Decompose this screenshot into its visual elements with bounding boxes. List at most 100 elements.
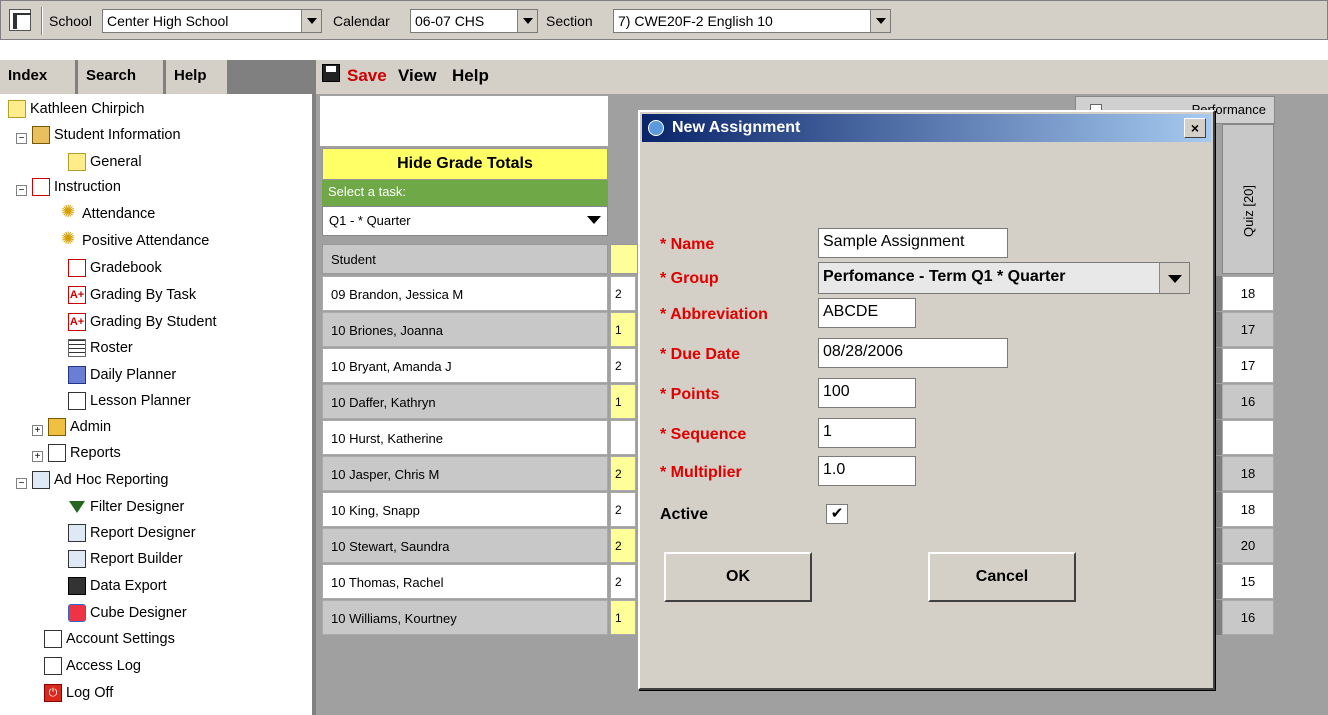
tab-help[interactable]: Help	[166, 60, 228, 94]
student-column-header[interactable]: Student	[322, 244, 608, 274]
tab-search[interactable]: Search	[78, 60, 164, 94]
student-row-score[interactable]: 1	[610, 312, 636, 347]
menu-help[interactable]: Help	[452, 66, 489, 86]
tree-roster[interactable]: Roster	[68, 339, 133, 363]
chevron-down-icon[interactable]	[587, 216, 601, 224]
quiz-grade-cell[interactable]: 16	[1222, 384, 1274, 419]
quiz-column-header[interactable]: Quiz [20]	[1222, 124, 1274, 274]
group-select[interactable]: Perfomance - Term Q1 * Quarter	[818, 262, 1190, 294]
chevron-down-icon[interactable]	[870, 10, 890, 32]
tree-gradebook[interactable]: Gradebook	[68, 259, 162, 283]
student-row-score[interactable]	[610, 420, 636, 455]
student-row-score[interactable]: 1	[610, 384, 636, 419]
chevron-down-icon[interactable]	[301, 10, 321, 32]
expand-icon[interactable]: +	[32, 425, 43, 436]
due-date-input[interactable]: 08/28/2006	[818, 338, 1008, 368]
active-checkbox[interactable]: ✔	[826, 504, 848, 524]
navigation-tree: Kathleen Chirpich − Student Information …	[0, 94, 316, 715]
quiz-grade-cell[interactable]: 18	[1222, 276, 1274, 311]
app-menu-icon[interactable]	[9, 9, 31, 31]
tree-data-export[interactable]: Data Export	[68, 577, 167, 601]
student-row-name[interactable]: 10 Stewart, Saundra	[322, 528, 608, 563]
student-row-score[interactable]: 2	[610, 348, 636, 383]
tab-index[interactable]: Index	[0, 60, 76, 94]
tree-ad-hoc-reporting[interactable]: Ad Hoc Reporting	[32, 471, 168, 495]
expand-icon[interactable]: +	[32, 451, 43, 462]
abbreviation-input[interactable]: ABCDE	[818, 298, 916, 328]
ok-button[interactable]: OK	[664, 552, 812, 602]
collapse-icon[interactable]: −	[16, 185, 27, 196]
section-select[interactable]: 7) CWE20F-2 English 10	[613, 9, 891, 33]
student-row-name[interactable]: 10 Williams, Kourtney	[322, 600, 608, 635]
multiplier-input[interactable]: 1.0	[818, 456, 916, 486]
save-icon[interactable]	[322, 64, 340, 82]
student-row-name[interactable]: 10 King, Snapp	[322, 492, 608, 527]
collapse-icon[interactable]: −	[16, 133, 27, 144]
tree-general[interactable]: General	[68, 153, 142, 177]
sequence-input[interactable]: 1	[818, 418, 916, 448]
tree-student-information[interactable]: Student Information	[32, 126, 181, 150]
header-blank	[320, 96, 608, 146]
student-row-score[interactable]: 2	[610, 276, 636, 311]
name-input[interactable]: Sample Assignment	[818, 228, 1008, 258]
student-row-score[interactable]: 2	[610, 564, 636, 599]
section-label: Section	[546, 13, 593, 29]
tree-log-off[interactable]: ⏻ Log Off	[44, 684, 113, 708]
tree-account-settings[interactable]: Account Settings	[44, 630, 175, 654]
tree-reports[interactable]: Reports	[48, 444, 121, 468]
school-select[interactable]: Center High School	[102, 9, 322, 33]
student-row-name[interactable]: 10 Thomas, Rachel	[322, 564, 608, 599]
tree-admin[interactable]: Admin	[48, 418, 111, 442]
quiz-grade-cell[interactable]: 17	[1222, 312, 1274, 347]
student-row-score[interactable]: 2	[610, 528, 636, 563]
tree-access-log[interactable]: Access Log	[44, 657, 141, 681]
floppy-icon	[68, 577, 86, 595]
tree-filter-designer[interactable]: Filter Designer	[68, 498, 184, 522]
cancel-button[interactable]: Cancel	[928, 552, 1076, 602]
close-button[interactable]: ×	[1184, 118, 1206, 138]
tree-user[interactable]: Kathleen Chirpich	[8, 100, 144, 124]
chevron-down-icon[interactable]	[517, 10, 537, 32]
student-row-name[interactable]: 10 Bryant, Amanda J	[322, 348, 608, 383]
calendar-select[interactable]: 06-07 CHS	[410, 9, 538, 33]
tree-cube-designer[interactable]: Cube Designer	[68, 604, 187, 628]
student-row-name[interactable]: 10 Daffer, Kathryn	[322, 384, 608, 419]
task-select[interactable]: Q1 - * Quarter	[322, 206, 608, 236]
tree-attendance[interactable]: Attendance	[60, 202, 155, 229]
menu-save[interactable]: Save	[347, 66, 387, 86]
quiz-grade-cell[interactable]: 18	[1222, 456, 1274, 491]
student-row-score[interactable]: 2	[610, 492, 636, 527]
student-row-name[interactable]: 10 Hurst, Katherine	[322, 420, 608, 455]
tree-instruction[interactable]: Instruction	[32, 178, 121, 202]
hide-grade-totals-button[interactable]: Hide Grade Totals	[322, 148, 608, 180]
quiz-grade-cell[interactable]: 20	[1222, 528, 1274, 563]
quiz-grade-cell[interactable]: 16	[1222, 600, 1274, 635]
tree-grading-by-student[interactable]: A+ Grading By Student	[68, 313, 217, 337]
student-row-score[interactable]: 2	[610, 456, 636, 491]
student-row-name[interactable]: 10 Briones, Joanna	[322, 312, 608, 347]
user-folder-icon	[8, 100, 26, 118]
chevron-down-icon[interactable]	[1159, 263, 1189, 293]
student-row-name[interactable]: 10 Jasper, Chris M	[322, 456, 608, 491]
quiz-header-label: Quiz [20]	[1241, 184, 1256, 237]
student-row-name[interactable]: 09 Brandon, Jessica M	[322, 276, 608, 311]
report-builder-icon	[68, 550, 86, 568]
collapse-icon[interactable]: −	[16, 478, 27, 489]
tree-report-designer[interactable]: Report Designer	[68, 524, 196, 548]
tree-grading-by-task[interactable]: A+ Grading By Task	[68, 286, 196, 310]
section-select-value: 7) CWE20F-2 English 10	[618, 13, 773, 29]
points-input[interactable]: 100	[818, 378, 916, 408]
tree-report-builder[interactable]: Report Builder	[68, 550, 183, 574]
quiz-grade-cell[interactable]: 18	[1222, 492, 1274, 527]
points-label: * Points	[660, 386, 720, 403]
quiz-grade-cell[interactable]: 15	[1222, 564, 1274, 599]
tree-lesson-planner[interactable]: Lesson Planner	[68, 392, 191, 416]
quiz-grade-cell[interactable]	[1222, 420, 1274, 455]
menu-view[interactable]: View	[398, 66, 436, 86]
quiz-grade-cell[interactable]: 17	[1222, 348, 1274, 383]
student-row-score[interactable]: 1	[610, 600, 636, 635]
tree-positive-attendance[interactable]: Positive Attendance	[60, 229, 209, 256]
calendar-label: Calendar	[333, 13, 390, 29]
tree-daily-planner[interactable]: Daily Planner	[68, 366, 176, 390]
funnel-icon	[68, 498, 86, 516]
